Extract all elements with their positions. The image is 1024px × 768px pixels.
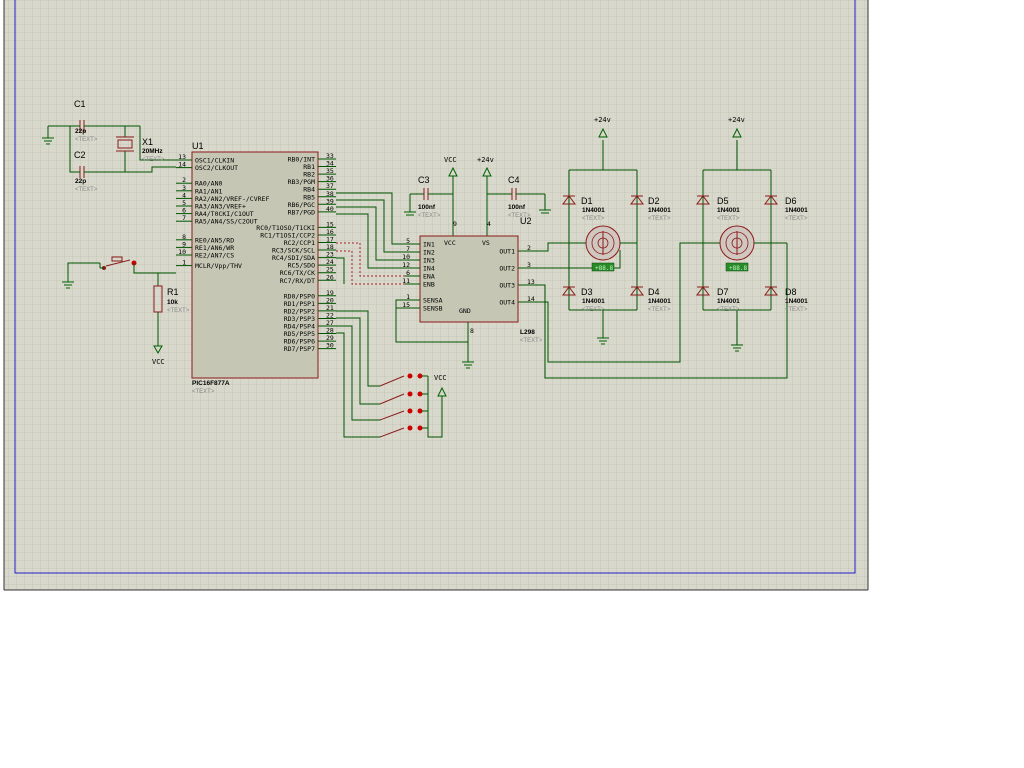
v24-label-u2: +24v (477, 156, 494, 164)
d8-value: 1N4001 (785, 298, 808, 305)
d3-text: <TEXT> (582, 307, 605, 313)
d3-ref: D3 (581, 287, 593, 297)
c2-text: <TEXT> (75, 187, 98, 193)
motor-2-readout: +88.8 (729, 265, 747, 272)
u2-left-pin-name: SENSB (423, 305, 443, 313)
u2-part: L298 (520, 329, 535, 336)
d2-value: 1N4001 (648, 207, 671, 214)
vcc-label-dip: VCC (434, 374, 447, 382)
u2-right-pin-number: 13 (527, 278, 535, 286)
d7-ref: D7 (717, 287, 729, 297)
u2-text: <TEXT> (520, 338, 543, 344)
r1-ref: R1 (167, 287, 179, 297)
u2-right-pin-number: 2 (527, 244, 531, 252)
u2-right-pin-name: OUT4 (499, 299, 515, 307)
c1-value: 22p (75, 128, 86, 135)
d8-text: <TEXT> (785, 307, 808, 313)
u2-left-pin-name: ENA (423, 273, 435, 281)
u1-right-pin-name: RB7/PGD (288, 208, 315, 216)
u1-right-pin-number: 26 (326, 273, 334, 281)
d4-value: 1N4001 (648, 298, 671, 305)
u2-pin-vs-name: VS (482, 239, 490, 247)
u1-right-pin-name: RC7/RX/DT (280, 277, 315, 285)
u1-right-pin-name: RD7/PSP7 (284, 345, 315, 353)
c3-ref: C3 (418, 175, 430, 185)
d3-value: 1N4001 (582, 298, 605, 305)
u2-left-pin-number: 5 (406, 237, 410, 245)
u2-pin-gnd-name: GND (459, 307, 471, 315)
schematic-sheet[interactable]: C1 22p <TEXT> C2 22p <TEXT> X1 20MHz <TE… (0, 0, 1024, 768)
c3-value: 100nf (418, 204, 436, 211)
u2-left-pin-number: 12 (402, 261, 410, 269)
u2-left-pin-number: 11 (402, 277, 410, 285)
d4-ref: D4 (648, 287, 660, 297)
c4-value: 100nf (508, 204, 526, 211)
u2-pin-vs-num: 4 (487, 220, 491, 228)
u2-left-pin-number: 7 (406, 245, 410, 253)
d5-value: 1N4001 (717, 207, 740, 214)
u2-pin-gnd-num: 8 (470, 327, 474, 335)
u1-left-pin-number: 10 (178, 248, 186, 256)
u1-left-pin-number: 7 (182, 214, 186, 222)
u2-right-pin-name: OUT3 (499, 282, 515, 290)
d1-text: <TEXT> (582, 216, 605, 222)
u1-part: PIC16F877A (192, 380, 230, 387)
u1-ref: U1 (192, 141, 204, 151)
u2-right-pin-number: 14 (527, 295, 535, 303)
d7-text: <TEXT> (717, 307, 740, 313)
d2-text: <TEXT> (648, 216, 671, 222)
u1-right-pin-number: 40 (326, 205, 334, 213)
d5-ref: D5 (717, 196, 729, 206)
u2-ref: U2 (520, 216, 532, 226)
u2-pin-vcc-name: VCC (444, 239, 456, 247)
u1-left-pin-name: MCLR/Vpp/THV (195, 262, 242, 270)
microcontroller-u1[interactable]: U1 PIC16F877A <TEXT> 13 OSC1/CLKIN14 OSC2/… (176, 141, 336, 395)
u2-left-pin-name: IN1 (423, 241, 435, 249)
r1-value: 10k (167, 299, 178, 306)
d6-value: 1N4001 (785, 207, 808, 214)
c3-text: <TEXT> (418, 213, 441, 219)
d4-text: <TEXT> (648, 307, 671, 313)
c2-ref: C2 (74, 150, 86, 160)
d1-ref: D1 (581, 196, 593, 206)
c1-text: <TEXT> (75, 137, 98, 143)
d7-value: 1N4001 (717, 298, 740, 305)
u1-right-pin-number: 30 (326, 342, 334, 350)
c1-ref: C1 (74, 99, 86, 109)
r1-text: <TEXT> (167, 308, 190, 314)
v24-label-bridge2: +24v (728, 116, 745, 124)
vcc-label: VCC (152, 358, 165, 366)
u2-left-pin-number: 10 (402, 253, 410, 261)
u1-left-pin-name: RE2/AN7/CS (195, 252, 234, 260)
c2-value: 22p (75, 178, 86, 185)
x1-text: <TEXT> (142, 157, 165, 163)
u1-left-pin-name: OSC2/CLKOUT (195, 164, 238, 172)
u1-text: <TEXT> (192, 389, 215, 395)
u1-left-pin-number: 1 (182, 259, 186, 267)
motor-1-readout: +88.8 (595, 265, 613, 272)
u1-left-pin-number: 14 (178, 161, 186, 169)
u2-right-pin-number: 3 (527, 261, 531, 269)
u2-right-pin-name: OUT2 (499, 265, 515, 273)
u2-left-pin-name: IN3 (423, 257, 435, 265)
u2-left-pin-number: 1 (406, 293, 410, 301)
c4-ref: C4 (508, 175, 520, 185)
d2-ref: D2 (648, 196, 660, 206)
d5-text: <TEXT> (717, 216, 740, 222)
v24-label-bridge1: +24v (594, 116, 611, 124)
u2-pin-vcc-num: 9 (453, 220, 457, 228)
x1-value: 20MHz (142, 148, 163, 155)
d6-text: <TEXT> (785, 216, 808, 222)
u2-right-pin-name: OUT1 (499, 248, 515, 256)
x1-ref: X1 (142, 137, 153, 147)
u2-left-pin-name: ENB (423, 281, 435, 289)
u1-left-pin-name: RA5/AN4/SS/C2OUT (195, 218, 258, 226)
vcc-label-u2: VCC (444, 156, 457, 164)
d1-value: 1N4001 (582, 207, 605, 214)
u2-left-pin-name: IN2 (423, 249, 435, 257)
u2-left-pin-name: IN4 (423, 265, 435, 273)
d6-ref: D6 (785, 196, 797, 206)
u2-left-pin-number: 6 (406, 269, 410, 277)
u2-left-pin-name: SENSA (423, 297, 443, 305)
